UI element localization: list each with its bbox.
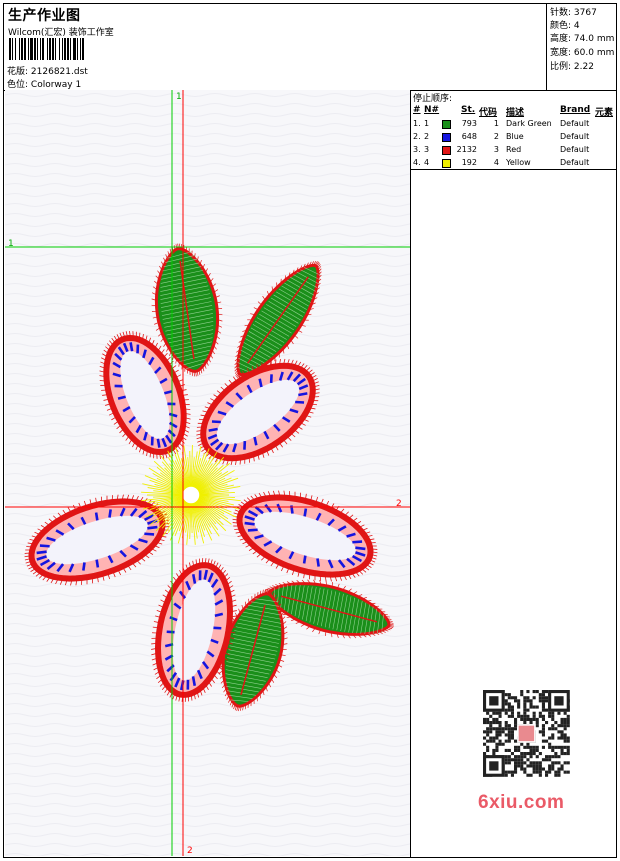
stat-height: 高度: 74.0 mm — [550, 34, 615, 44]
row-index: 2. — [413, 132, 421, 141]
stat-width: 宽度: 60.0 mm — [550, 48, 615, 58]
design-line: 花版: 2126821.dst — [7, 64, 88, 77]
guide-label-h-green: 1 — [8, 239, 14, 249]
row-needle: 4 — [424, 158, 430, 167]
color-swatch — [442, 120, 451, 129]
row-brand: Default — [560, 145, 590, 154]
guide-label-h-red: 2 — [396, 499, 402, 509]
row-description: Yellow — [506, 158, 531, 167]
row-needle: 2 — [424, 132, 430, 141]
row-index: 1. — [413, 119, 421, 128]
row-code: 2 — [493, 132, 499, 141]
qr-code[interactable] — [471, 685, 589, 781]
row-index: 3. — [413, 145, 421, 154]
col-header-brand: Brand — [560, 105, 591, 115]
row-stitches: 793 — [461, 119, 477, 128]
header: 生产作业图 Wilcom(汇宏) 装饰工作室 花版: 2126821.dst 色… — [4, 4, 616, 91]
row-brand: Default — [560, 132, 590, 141]
design-label: 花版: — [7, 67, 29, 77]
color-swatch — [442, 133, 451, 142]
row-stitches: 192 — [461, 158, 477, 167]
stop-sequence-title: 停止顺序: — [413, 94, 453, 104]
col-header-needle: N# — [424, 105, 440, 115]
row-code: 1 — [493, 119, 499, 128]
stats-panel: 针数: 3767 颜色: 4 高度: 74.0 mm 宽度: 60.0 mm 比… — [546, 4, 617, 90]
row-description: Dark Green — [506, 119, 552, 128]
watermark-logo: 6xiu.com — [478, 792, 565, 813]
row-needle: 3 — [424, 145, 430, 154]
row-stitches: 648 — [461, 132, 477, 141]
guide-label-v-green: 1 — [176, 92, 182, 102]
colorway-value: Colorway 1 — [30, 80, 82, 90]
color-swatch — [442, 159, 451, 168]
row-brand: Default — [560, 119, 590, 128]
row-code: 3 — [493, 145, 499, 154]
page-title: 生产作业图 — [8, 8, 81, 24]
col-header-code: 代码 — [479, 108, 498, 118]
production-sheet: 生产作业图 Wilcom(汇宏) 装饰工作室 花版: 2126821.dst 色… — [3, 3, 617, 858]
stat-colors: 颜色: 4 — [550, 21, 580, 31]
barcode — [9, 38, 84, 60]
embroidery-design: 1 1 2 2 — [5, 90, 410, 856]
design-value: 2126821.dst — [30, 67, 88, 77]
design-canvas[interactable]: 1 1 2 2 — [5, 90, 410, 856]
colorway-label: 色位: — [7, 80, 29, 90]
stat-stitches: 针数: 3767 — [550, 8, 597, 18]
company-name: Wilcom(汇宏) 装饰工作室 — [8, 28, 114, 38]
col-header-stitches: St. — [461, 105, 476, 115]
col-header-index: # — [413, 105, 421, 115]
row-description: Red — [506, 145, 522, 154]
guide-label-v-red: 2 — [187, 846, 193, 856]
row-index: 4. — [413, 158, 421, 167]
colorway-line: 色位: Colorway 1 — [7, 77, 81, 90]
color-swatch — [442, 146, 451, 155]
stop-sequence-table: 停止顺序: # N# St. 代码 描述 Brand 元素 1. 1 793 1 Dar… — [411, 90, 617, 170]
col-header-description: 描述 — [506, 108, 525, 118]
row-brand: Default — [560, 158, 590, 167]
row-code: 4 — [493, 158, 499, 167]
row-needle: 1 — [424, 119, 430, 128]
stat-scale: 比例: 2.22 — [550, 62, 594, 72]
col-header-element: 元素 — [595, 108, 614, 118]
row-description: Blue — [506, 132, 524, 141]
row-stitches: 2132 — [456, 145, 477, 154]
